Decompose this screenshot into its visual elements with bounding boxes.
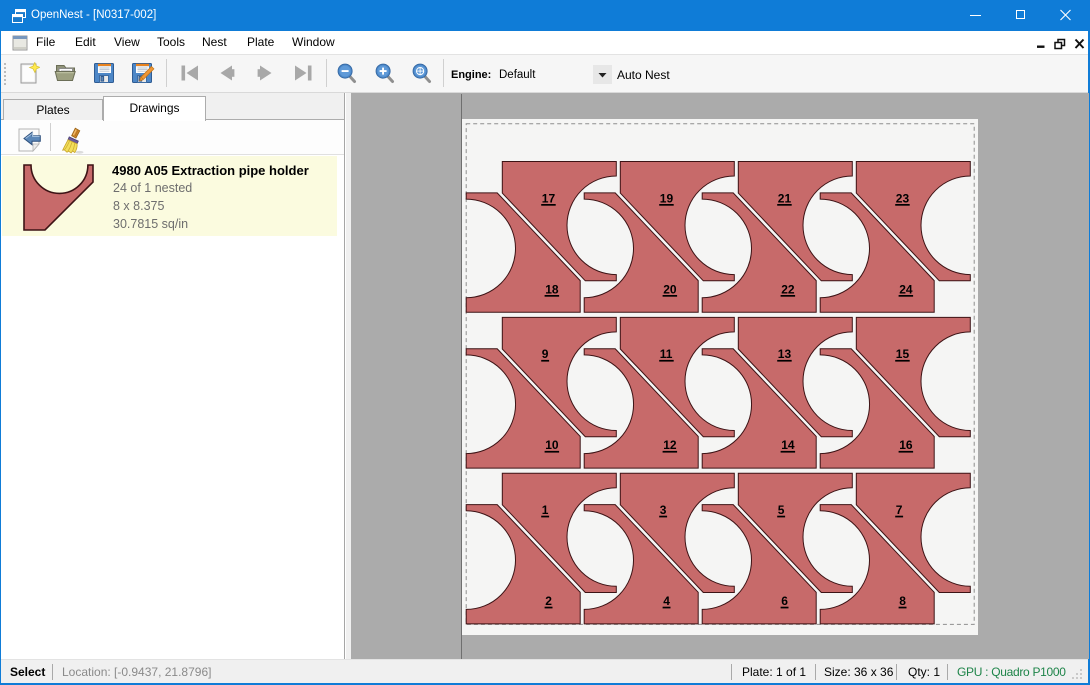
svg-text:16: 16 [899,438,913,452]
svg-text:6: 6 [781,594,788,608]
svg-text:21: 21 [777,191,791,205]
svg-text:7: 7 [895,503,902,517]
svg-text:10: 10 [545,438,559,452]
svg-text:4: 4 [663,594,670,608]
svg-text:19: 19 [659,191,673,205]
svg-text:13: 13 [777,347,791,361]
svg-text:18: 18 [545,282,559,296]
svg-text:2: 2 [545,594,552,608]
svg-text:1: 1 [541,503,548,517]
svg-text:5: 5 [777,503,784,517]
svg-text:12: 12 [663,438,677,452]
svg-text:14: 14 [781,438,795,452]
svg-text:17: 17 [541,191,555,205]
svg-text:8: 8 [899,594,906,608]
svg-text:3: 3 [659,503,666,517]
svg-text:15: 15 [895,347,909,361]
svg-text:20: 20 [663,282,677,296]
svg-text:11: 11 [659,347,672,361]
svg-text:24: 24 [899,282,913,296]
svg-text:23: 23 [895,191,909,205]
svg-text:22: 22 [781,282,795,296]
svg-text:9: 9 [541,347,548,361]
